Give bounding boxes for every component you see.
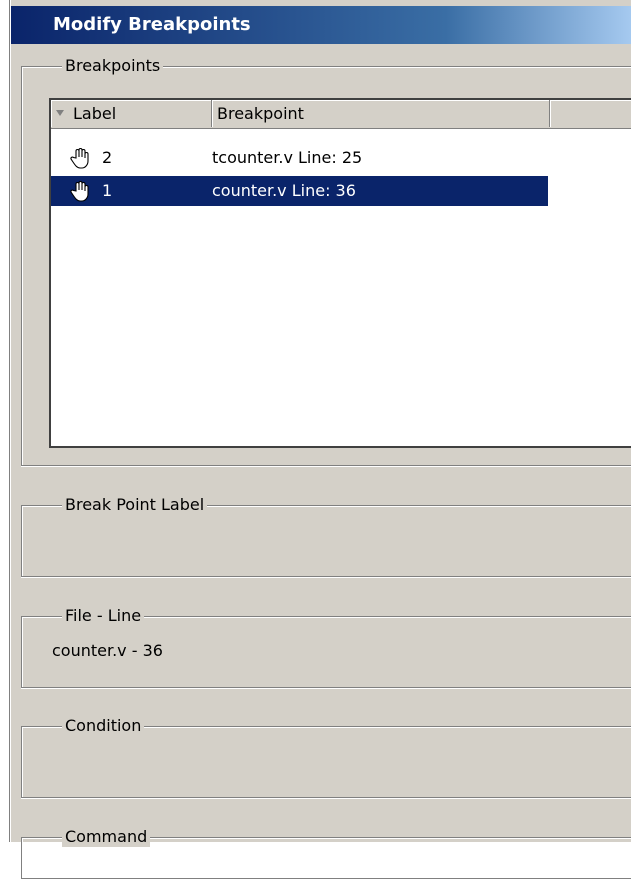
file-line-value: counter.v - 36 [52, 641, 163, 660]
list-header: Label Breakpoint [51, 100, 631, 129]
row-breakpoint: tcounter.v Line: 25 [212, 148, 363, 167]
hand-icon [70, 148, 89, 169]
hand-icon [70, 181, 89, 202]
condition-group: Condition [21, 716, 631, 798]
row-label: 2 [102, 148, 113, 167]
breakpoints-group-legend: Breakpoints [62, 56, 164, 76]
command-legend: Command [62, 827, 151, 847]
command-group: Command [21, 827, 631, 879]
row-breakpoint: counter.v Line: 36 [212, 181, 356, 200]
break-point-label-legend: Break Point Label [62, 495, 208, 515]
column-header-breakpoint[interactable]: Breakpoint [212, 100, 550, 127]
column-header-label[interactable]: Label [51, 100, 212, 127]
title-bar[interactable]: Modify Breakpoints [11, 6, 631, 44]
sort-arrow-icon [56, 110, 64, 116]
file-line-group: File - Line counter.v - 36 [21, 606, 631, 688]
file-line-legend: File - Line [62, 606, 145, 626]
condition-legend: Condition [62, 716, 145, 736]
column-header-extra[interactable] [550, 100, 631, 127]
table-row[interactable]: 1 counter.v Line: 36 [51, 176, 548, 206]
window-title: Modify Breakpoints [53, 14, 251, 35]
row-label: 1 [102, 181, 113, 200]
break-point-label-group: Break Point Label [21, 495, 631, 577]
breakpoints-list[interactable]: Label Breakpoint 2 tcounter.v Line: 25 1… [49, 98, 631, 448]
table-row[interactable]: 2 tcounter.v Line: 25 [51, 143, 548, 173]
